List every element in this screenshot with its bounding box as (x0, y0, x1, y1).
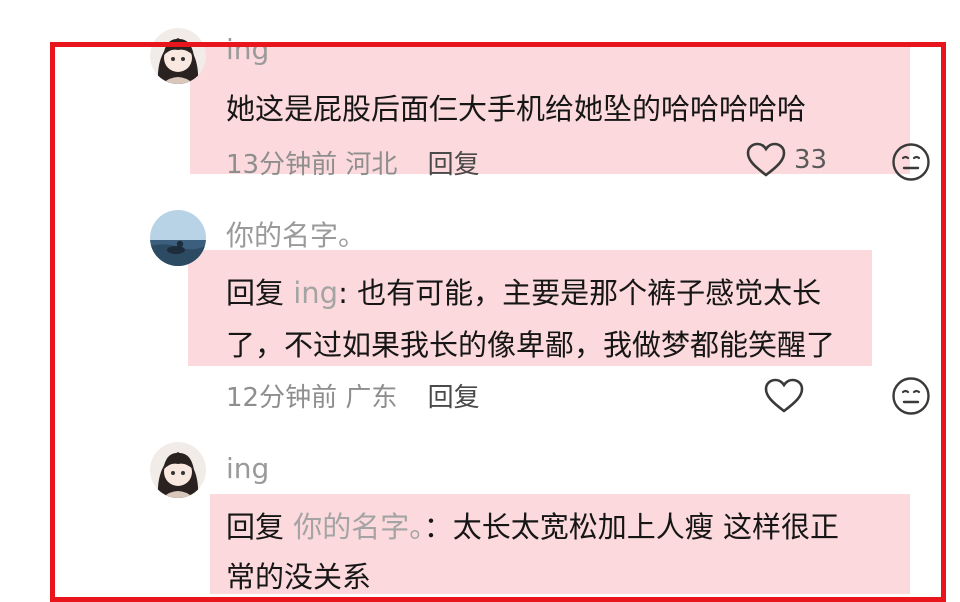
like-count: 33 (794, 145, 828, 175)
like-button[interactable]: 33 (746, 142, 827, 178)
like-button[interactable] (764, 378, 804, 414)
comment-text-line-1: 太长太宽松加上人瘦 这样很正 (452, 510, 839, 544)
mention-username[interactable]: 你的名字。 (293, 510, 424, 544)
emoji-button[interactable] (891, 142, 931, 186)
comment-meta: 13分钟前 河北 回复 (226, 144, 480, 181)
comment-text: 回复 你的名字。：太长太宽松加上人瘦 这样很正 (226, 506, 839, 548)
mention-username[interactable]: ing (293, 276, 338, 310)
comment-text-line-1: 也有可能，主要是那个裤子感觉太长 (347, 276, 822, 310)
comment-time: 13分钟前 (226, 150, 338, 180)
comment-location: 广东 (345, 383, 398, 413)
comment-text-line-2: 了，不过如果我长的像卑鄙，我做梦都能笑醒了 (226, 328, 836, 362)
emoji-button[interactable] (891, 376, 931, 420)
reply-button[interactable]: 回复 (428, 150, 480, 180)
comment-username[interactable]: ing (226, 451, 269, 487)
heart-icon (764, 378, 804, 413)
neutral-face-icon (892, 377, 930, 415)
reply-prefix: 回复 (226, 276, 285, 310)
seaside-avatar-icon[interactable] (150, 210, 206, 266)
heart-icon (746, 142, 786, 177)
reply-prefix: 回复 (226, 510, 285, 544)
comment-time: 12分钟前 (226, 383, 338, 413)
comment-text-line-2: 常的没关系 (226, 560, 372, 594)
reply-colon: : (338, 276, 348, 310)
comment-text: 她这是屁股后面仨大手机给她坠的哈哈哈哈哈 (226, 92, 807, 126)
reply-button[interactable]: 回复 (428, 383, 480, 413)
reply-colon: ： (423, 510, 453, 544)
comment-meta: 12分钟前 广东 回复 (226, 377, 480, 414)
girl-avatar-icon[interactable] (150, 28, 206, 84)
comment-username[interactable]: ing (226, 33, 269, 67)
girl-avatar-icon[interactable] (150, 442, 206, 498)
comment-username[interactable]: 你的名字。 (226, 218, 366, 254)
neutral-face-icon (892, 143, 930, 181)
comment-location: 河北 (345, 150, 398, 180)
comment-text: 回复 ing: 也有可能，主要是那个裤子感觉太长 (226, 272, 821, 314)
